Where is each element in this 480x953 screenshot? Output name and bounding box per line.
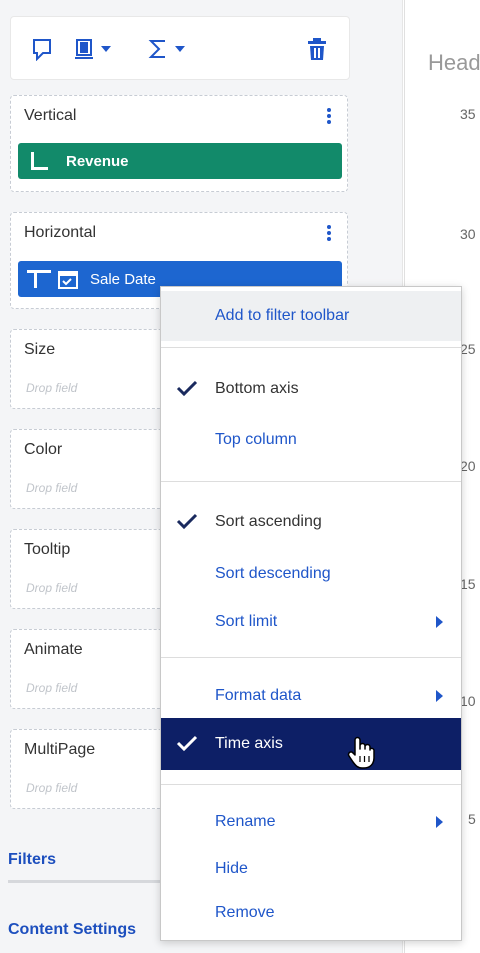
vertical-well[interactable]: Vertical Revenue — [10, 95, 348, 192]
menu-item-rename[interactable]: Rename — [161, 797, 461, 847]
menu-item-top-column[interactable]: Top column — [161, 415, 461, 465]
submenu-arrow-icon — [436, 690, 443, 702]
calendar-icon — [58, 269, 78, 293]
color-well-title: Color — [24, 441, 63, 458]
measure-icon — [28, 151, 50, 175]
menu-item-label: Remove — [215, 904, 275, 921]
menu-item-label: Top column — [215, 431, 297, 448]
dimension-icon — [26, 269, 52, 293]
checkmark-icon — [175, 509, 199, 538]
chevron-down-icon — [101, 46, 111, 52]
content-settings-section-title[interactable]: Content Settings — [8, 921, 136, 939]
menu-item-label: Format data — [215, 687, 302, 704]
menu-item-label: Sort descending — [215, 565, 331, 582]
menu-item-sort-limit[interactable]: Sort limit — [161, 597, 461, 647]
menu-item-format-data[interactable]: Format data — [161, 671, 461, 721]
sale-date-field-label: Sale Date — [90, 270, 156, 288]
y-axis-tick: 25 — [460, 341, 476, 357]
checkmark-icon — [175, 731, 199, 760]
y-axis-tick: 15 — [460, 576, 476, 592]
chart-toolbar — [10, 16, 350, 80]
menu-item-label: Bottom axis — [215, 380, 299, 397]
checkmark-icon — [175, 376, 199, 405]
drop-field-placeholder: Drop field — [26, 781, 78, 795]
menu-separator — [161, 481, 461, 482]
drop-field-placeholder: Drop field — [26, 581, 78, 595]
animate-well-title: Animate — [24, 641, 83, 658]
field-context-menu: Add to filter toolbar Bottom axis Top co… — [160, 286, 462, 941]
size-well-title: Size — [24, 341, 56, 358]
menu-item-label: Hide — [215, 860, 248, 877]
vertical-well-title: Vertical — [24, 107, 77, 124]
chart-type-icon[interactable] — [73, 35, 111, 63]
chart-title: Head — [428, 50, 480, 75]
multipage-well-title: MultiPage — [24, 741, 96, 758]
menu-item-sort-ascending[interactable]: Sort ascending — [161, 497, 461, 547]
drop-field-placeholder: Drop field — [26, 381, 78, 395]
menu-item-label: Add to filter toolbar — [215, 307, 350, 324]
comment-icon[interactable] — [31, 35, 53, 63]
more-options-icon[interactable] — [327, 108, 331, 124]
y-axis-tick: 10 — [460, 693, 476, 709]
drop-field-placeholder: Drop field — [26, 481, 78, 495]
y-axis-tick: 30 — [460, 226, 476, 242]
horizontal-well-title: Horizontal — [24, 224, 97, 241]
menu-item-remove[interactable]: Remove — [161, 888, 461, 938]
menu-item-time-axis[interactable]: Time axis — [161, 718, 461, 770]
menu-item-hide[interactable]: Hide — [161, 844, 461, 894]
menu-item-label: Rename — [215, 813, 276, 830]
menu-item-sort-descending[interactable]: Sort descending — [161, 549, 461, 599]
menu-item-add-to-filter-toolbar[interactable]: Add to filter toolbar — [161, 291, 461, 341]
menu-item-label: Sort limit — [215, 613, 278, 630]
y-axis-tick: 5 — [468, 811, 476, 827]
chevron-down-icon — [175, 46, 185, 52]
menu-item-label: Time axis — [215, 735, 283, 752]
revenue-field-pill[interactable]: Revenue — [18, 143, 342, 179]
tooltip-well-title: Tooltip — [24, 541, 71, 558]
menu-item-label: Sort ascending — [215, 513, 322, 530]
menu-separator — [161, 347, 461, 348]
menu-separator — [161, 657, 461, 658]
menu-item-bottom-axis[interactable]: Bottom axis — [161, 364, 461, 414]
more-options-icon[interactable] — [327, 225, 331, 241]
submenu-arrow-icon — [436, 816, 443, 828]
y-axis-tick: 20 — [460, 458, 476, 474]
filters-section-title[interactable]: Filters — [8, 851, 56, 869]
trash-icon[interactable] — [307, 35, 327, 63]
submenu-arrow-icon — [436, 616, 443, 628]
hand-cursor-icon — [347, 736, 375, 775]
revenue-field-label: Revenue — [66, 152, 129, 170]
menu-separator — [161, 784, 461, 785]
y-axis-tick: 35 — [460, 106, 476, 122]
drop-field-placeholder: Drop field — [26, 681, 78, 695]
sum-icon[interactable] — [147, 35, 185, 63]
